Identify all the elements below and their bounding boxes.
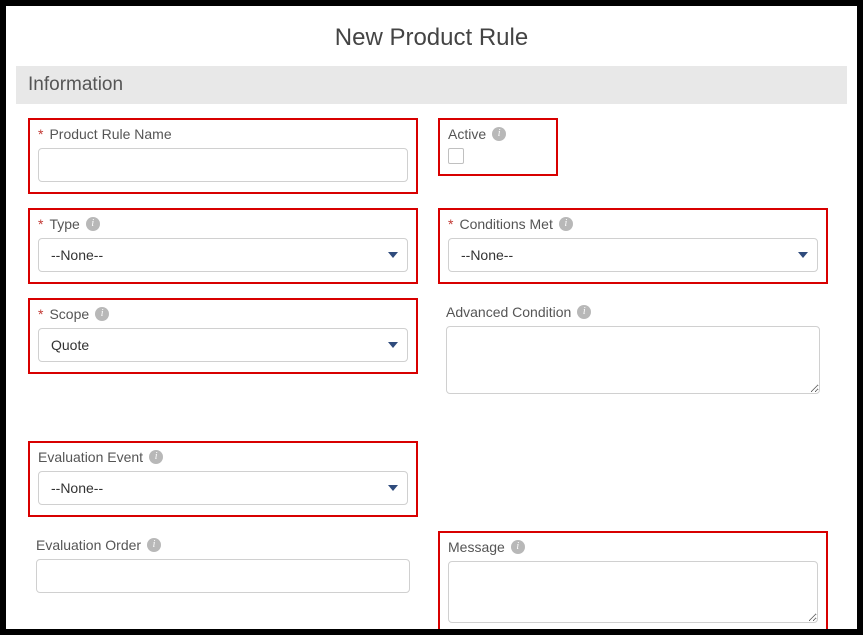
field-advanced-condition: Advanced Condition i <box>438 298 828 409</box>
product-rule-name-input[interactable] <box>38 148 408 182</box>
label-conditions-met: Conditions Met <box>459 216 552 232</box>
info-icon[interactable]: i <box>492 127 506 141</box>
active-checkbox[interactable] <box>448 148 464 164</box>
scope-select-value: Quote <box>51 337 89 353</box>
field-product-rule-name: * Product Rule Name <box>28 118 418 194</box>
required-asterisk: * <box>38 127 43 141</box>
info-icon[interactable]: i <box>95 307 109 321</box>
field-evaluation-event: Evaluation Event i --None-- <box>28 441 418 517</box>
label-product-rule-name: Product Rule Name <box>49 126 171 142</box>
section-header-information: Information <box>16 66 847 104</box>
evaluation-event-select-value: --None-- <box>51 480 103 496</box>
label-active: Active <box>448 126 486 142</box>
chevron-down-icon <box>798 252 808 258</box>
field-scope: * Scope i Quote <box>28 298 418 374</box>
label-evaluation-event: Evaluation Event <box>38 449 143 465</box>
field-evaluation-order: Evaluation Order i <box>28 531 418 603</box>
info-icon[interactable]: i <box>511 540 525 554</box>
required-asterisk: * <box>38 217 43 231</box>
conditions-met-select-value: --None-- <box>461 247 513 263</box>
field-conditions-met: * Conditions Met i --None-- <box>438 208 828 284</box>
field-type: * Type i --None-- <box>28 208 418 284</box>
type-select-value: --None-- <box>51 247 103 263</box>
label-type: Type <box>49 216 79 232</box>
required-asterisk: * <box>448 217 453 231</box>
type-select[interactable]: --None-- <box>38 238 408 272</box>
page-title: New Product Rule <box>6 24 857 52</box>
chevron-down-icon <box>388 342 398 348</box>
field-message: Message i <box>438 531 828 635</box>
info-icon[interactable]: i <box>559 217 573 231</box>
info-icon[interactable]: i <box>86 217 100 231</box>
evaluation-order-input[interactable] <box>36 559 410 593</box>
form-area: * Product Rule Name Active i <box>6 118 857 635</box>
window-frame: New Product Rule Information * Product R… <box>0 0 863 635</box>
evaluation-event-select[interactable]: --None-- <box>38 471 408 505</box>
label-message: Message <box>448 539 505 555</box>
message-textarea[interactable] <box>448 561 818 623</box>
advanced-condition-textarea[interactable] <box>446 326 820 394</box>
field-active: Active i <box>438 118 558 176</box>
scope-select[interactable]: Quote <box>38 328 408 362</box>
chevron-down-icon <box>388 252 398 258</box>
info-icon[interactable]: i <box>149 450 163 464</box>
label-evaluation-order: Evaluation Order <box>36 537 141 553</box>
info-icon[interactable]: i <box>147 538 161 552</box>
info-icon[interactable]: i <box>577 305 591 319</box>
chevron-down-icon <box>388 485 398 491</box>
label-advanced-condition: Advanced Condition <box>446 304 571 320</box>
required-asterisk: * <box>38 307 43 321</box>
conditions-met-select[interactable]: --None-- <box>448 238 818 272</box>
label-scope: Scope <box>49 306 89 322</box>
